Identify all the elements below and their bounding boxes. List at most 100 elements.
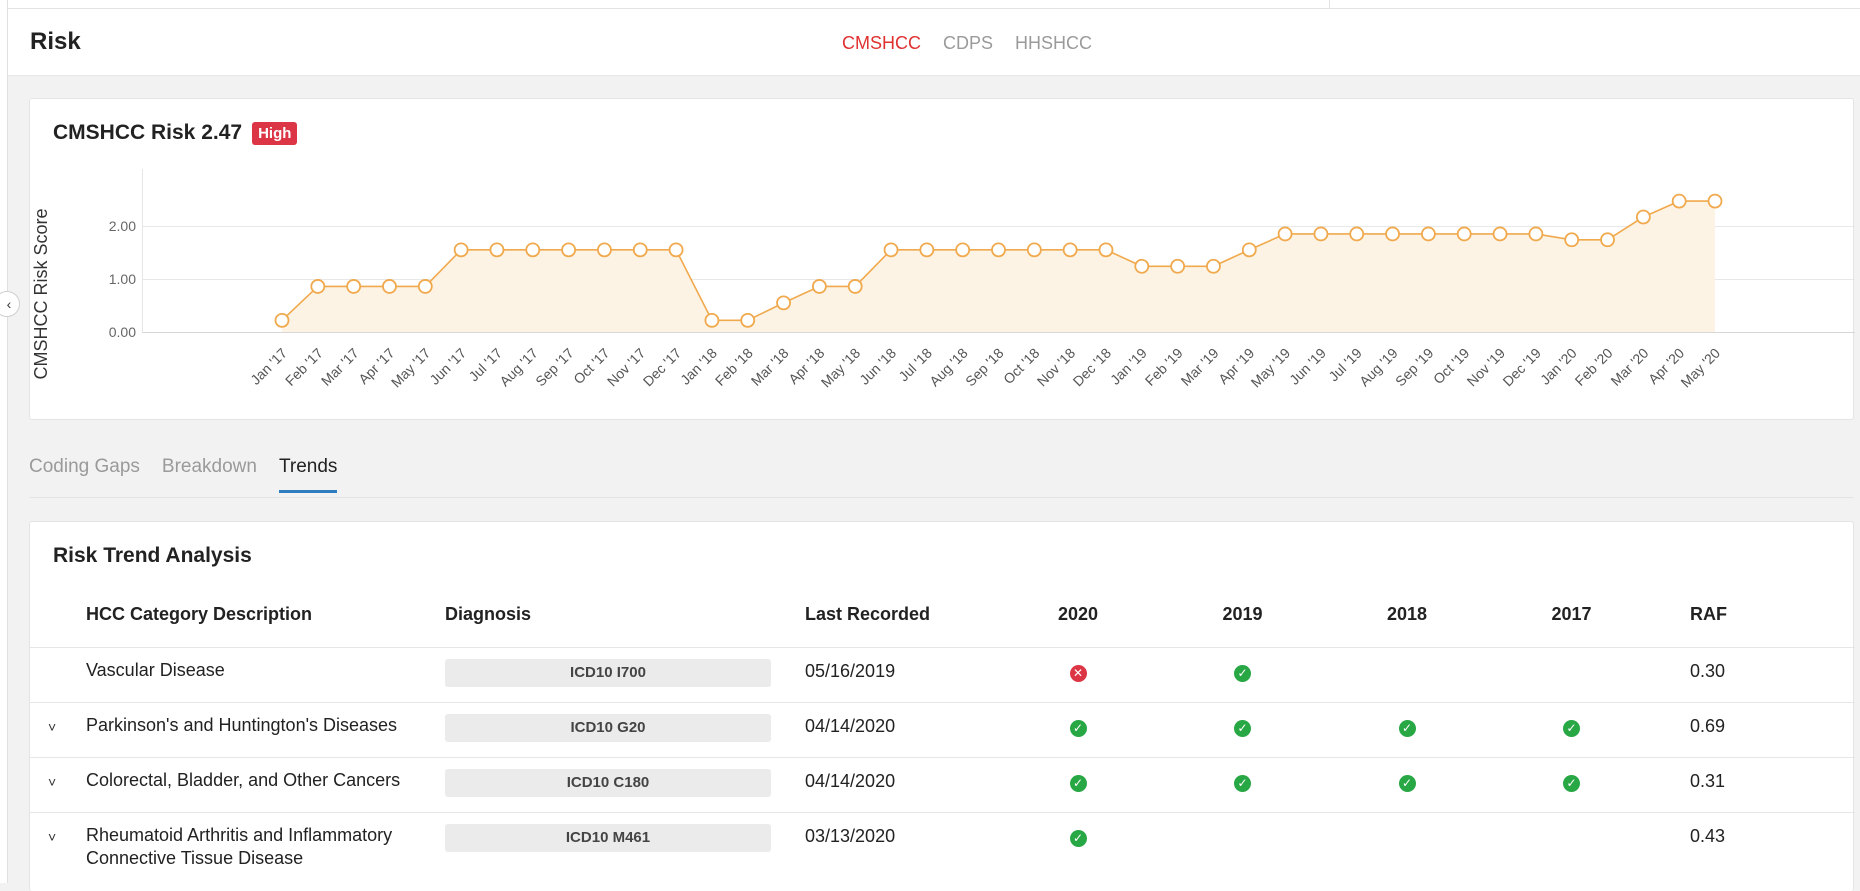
- last-recorded-cell: 04/14/2020: [805, 701, 1010, 757]
- data-point: [704, 312, 720, 328]
- expand-header: [30, 604, 86, 647]
- expand-cell: ˅: [30, 701, 86, 757]
- year-2019-cell: ✓: [1146, 646, 1339, 702]
- risk-trend-table: HCC Category Description Diagnosis Last …: [30, 604, 1855, 870]
- data-point: [346, 279, 362, 294]
- year-2019-cell: [1146, 811, 1339, 870]
- x-tick-label: Dec '18: [1070, 345, 1115, 390]
- chevron-down-icon[interactable]: ˅: [30, 774, 56, 790]
- diagnosis-code-chip[interactable]: ICD10 M461: [445, 823, 771, 852]
- diagnosis-cell: ICD10 M461: [445, 811, 805, 870]
- tab-hhshcc[interactable]: HHSHCC: [1015, 33, 1092, 54]
- expand-cell: [30, 646, 86, 702]
- tab-trends[interactable]: Trends: [278, 456, 338, 493]
- data-point: [668, 242, 684, 258]
- x-tick-label: Sep '19: [1392, 345, 1437, 390]
- series-area: [282, 201, 1715, 332]
- tab-cdps[interactable]: CDPS: [943, 33, 993, 54]
- x-tick-label: May '20: [1677, 345, 1723, 391]
- col-header-raf[interactable]: RAF: [1668, 604, 1855, 647]
- last-recorded-cell: 03/13/2020: [805, 811, 1010, 870]
- data-point: [1671, 193, 1687, 209]
- col-header-2020[interactable]: 2020: [1010, 604, 1146, 647]
- table-row[interactable]: ˅ Parkinson's and Huntington's Diseases IC…: [30, 701, 1855, 757]
- raf-cell: 0.69: [1668, 701, 1855, 757]
- x-tick-label: Dec '17: [640, 345, 685, 390]
- diagnosis-code-chip[interactable]: ICD10 I700: [445, 658, 771, 687]
- col-header-category[interactable]: HCC Category Description: [86, 604, 445, 647]
- data-point: [1098, 242, 1114, 258]
- data-point: [274, 312, 290, 328]
- x-tick-label: Jan '19: [1107, 345, 1150, 388]
- year-2018-cell: ✓: [1339, 756, 1475, 812]
- check-circle-icon: ✓: [1234, 719, 1251, 737]
- data-point: [1134, 258, 1150, 274]
- y-tick-label: 1.00: [109, 271, 136, 287]
- page-header: Risk CMSHCC CDPS HHSHCC: [8, 9, 1860, 76]
- x-tick-label: May '17: [388, 345, 434, 391]
- x-tick-label: May '18: [818, 345, 864, 391]
- tabs-divider: [29, 497, 1854, 498]
- y-axis-label: CMSHCC Risk Score: [31, 208, 51, 379]
- data-point: [1421, 226, 1436, 242]
- last-recorded-cell: 04/14/2020: [805, 756, 1010, 812]
- tab-coding-gaps[interactable]: Coding Gaps: [29, 456, 140, 493]
- data-point: [310, 279, 326, 294]
- x-tick-label: Jan '18: [677, 345, 720, 388]
- check-circle-icon: ✓: [1563, 719, 1580, 737]
- data-point: [1277, 226, 1293, 242]
- top-divider: [1329, 0, 1330, 8]
- risk-chart-card: CMSHCC Risk 2.47 High CMSHCC Risk Score 0…: [29, 98, 1855, 420]
- data-point: [1241, 242, 1257, 258]
- hcc-category-cell: Colorectal, Bladder, and Other Cancers: [86, 756, 445, 812]
- hcc-category-cell: Rheumatoid Arthritis and Inflammatory Co…: [86, 811, 445, 870]
- left-rail: [0, 0, 8, 883]
- check-circle-icon: ✓: [1069, 774, 1087, 792]
- col-header-2019[interactable]: 2019: [1146, 604, 1339, 647]
- data-point: [453, 242, 469, 258]
- check-circle-icon: ✓: [1398, 774, 1416, 792]
- diagnosis-code-chip[interactable]: ICD10 C180: [445, 768, 771, 797]
- table-row[interactable]: ˅ Rheumatoid Arthritis and Inflammatory C…: [30, 811, 1855, 870]
- col-header-diagnosis[interactable]: Diagnosis: [445, 604, 805, 647]
- diagnosis-cell: ICD10 I700: [445, 646, 805, 702]
- year-2020-cell: ✓: [1010, 811, 1146, 870]
- diagnosis-code-chip[interactable]: ICD10 G20: [445, 713, 771, 742]
- year-2017-cell: ✓: [1475, 756, 1668, 812]
- data-point: [740, 312, 756, 328]
- x-tick-label: Mar '18: [748, 345, 792, 389]
- table-row[interactable]: Vascular Disease ICD10 I700 05/16/2019 ✕ ✓ 0.…: [30, 646, 1855, 702]
- year-2020-cell: ✕: [1010, 646, 1146, 702]
- x-tick-label: Feb '20: [1572, 345, 1616, 389]
- data-point: [1528, 226, 1544, 242]
- tab-breakdown[interactable]: Breakdown: [162, 456, 257, 493]
- x-tick-label: Aug '18: [926, 345, 971, 390]
- chevron-down-icon[interactable]: ˅: [30, 719, 56, 735]
- col-header-2018[interactable]: 2018: [1339, 604, 1475, 647]
- hcc-category-cell: Vascular Disease: [86, 646, 445, 702]
- table-row[interactable]: ˅ Colorectal, Bladder, and Other Cancers I…: [30, 756, 1855, 812]
- collapse-sidebar-button[interactable]: ‹: [0, 291, 20, 317]
- expand-cell: ˅: [30, 811, 86, 870]
- page-title: Risk: [30, 28, 81, 55]
- expand-cell: ˅: [30, 756, 86, 812]
- data-point: [1492, 226, 1508, 242]
- data-point: [417, 279, 433, 294]
- y-tick-label: 2.00: [109, 218, 136, 234]
- diagnosis-cell: ICD10 C180: [445, 756, 805, 812]
- x-tick-label: Nov '18: [1034, 345, 1079, 390]
- year-2017-cell: [1475, 646, 1668, 702]
- x-tick-label: Dec '19: [1499, 345, 1544, 390]
- x-tick-label: Mar '17: [318, 345, 362, 389]
- tab-cmshcc[interactable]: CMSHCC: [842, 33, 921, 54]
- chevron-down-icon[interactable]: ˅: [30, 829, 56, 845]
- data-point: [1206, 258, 1221, 274]
- check-circle-icon: ✓: [1563, 774, 1580, 792]
- data-point: [1600, 232, 1615, 248]
- col-header-2017[interactable]: 2017: [1475, 604, 1668, 647]
- top-strip: [0, 0, 1860, 9]
- data-point: [1385, 226, 1400, 242]
- data-point: [597, 242, 612, 258]
- model-tabs: CMSHCC CDPS HHSHCC: [842, 33, 1092, 54]
- col-header-last-recorded[interactable]: Last Recorded: [805, 604, 1010, 647]
